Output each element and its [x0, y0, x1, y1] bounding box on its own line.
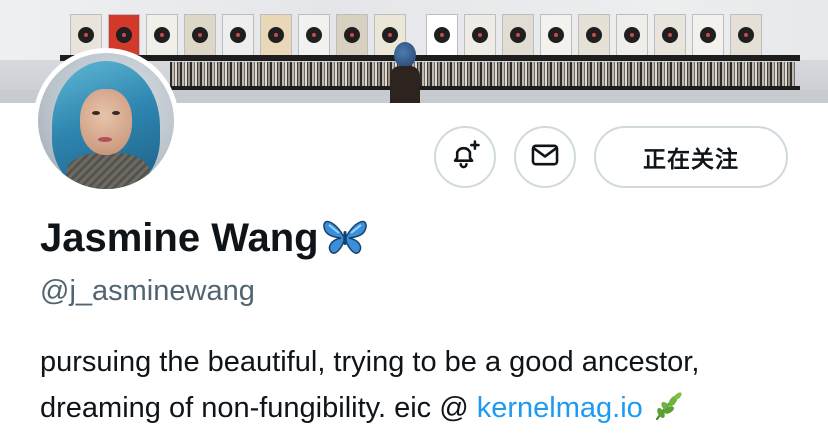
banner-record: [184, 14, 216, 56]
banner-record: [730, 14, 762, 56]
message-button[interactable]: [514, 126, 576, 188]
name-row: Jasmine Wang: [40, 212, 369, 264]
banner-record: [578, 14, 610, 56]
banner-record: [298, 14, 330, 56]
banner-person: [382, 42, 422, 103]
display-name: Jasmine Wang: [40, 216, 319, 260]
banner-record: [540, 14, 572, 56]
banner-record: [222, 14, 254, 56]
banner-record: [426, 14, 458, 56]
banner-record: [502, 14, 534, 56]
banner-record: [336, 14, 368, 56]
notifications-button[interactable]: [434, 126, 496, 188]
avatar[interactable]: [33, 48, 179, 194]
herb-icon: [651, 391, 683, 437]
banner-record: [464, 14, 496, 56]
bio: pursuing the beautiful, trying to be a g…: [40, 339, 820, 437]
username-handle: @j_asminewang: [40, 275, 255, 307]
banner-record: [692, 14, 724, 56]
bio-link[interactable]: kernelmag.io: [477, 392, 643, 424]
banner-record: [616, 14, 648, 56]
banner-shelf: [60, 55, 800, 61]
avatar-photo: [38, 53, 174, 189]
banner-record: [260, 14, 292, 56]
banner-record: [654, 14, 686, 56]
butterfly-icon: [321, 217, 369, 262]
banner-record: [146, 14, 178, 56]
following-button[interactable]: 正在关注: [594, 126, 788, 188]
envelope-icon: [528, 138, 562, 177]
bell-plus-icon: [448, 138, 482, 177]
banner-record-spines: [170, 62, 795, 86]
